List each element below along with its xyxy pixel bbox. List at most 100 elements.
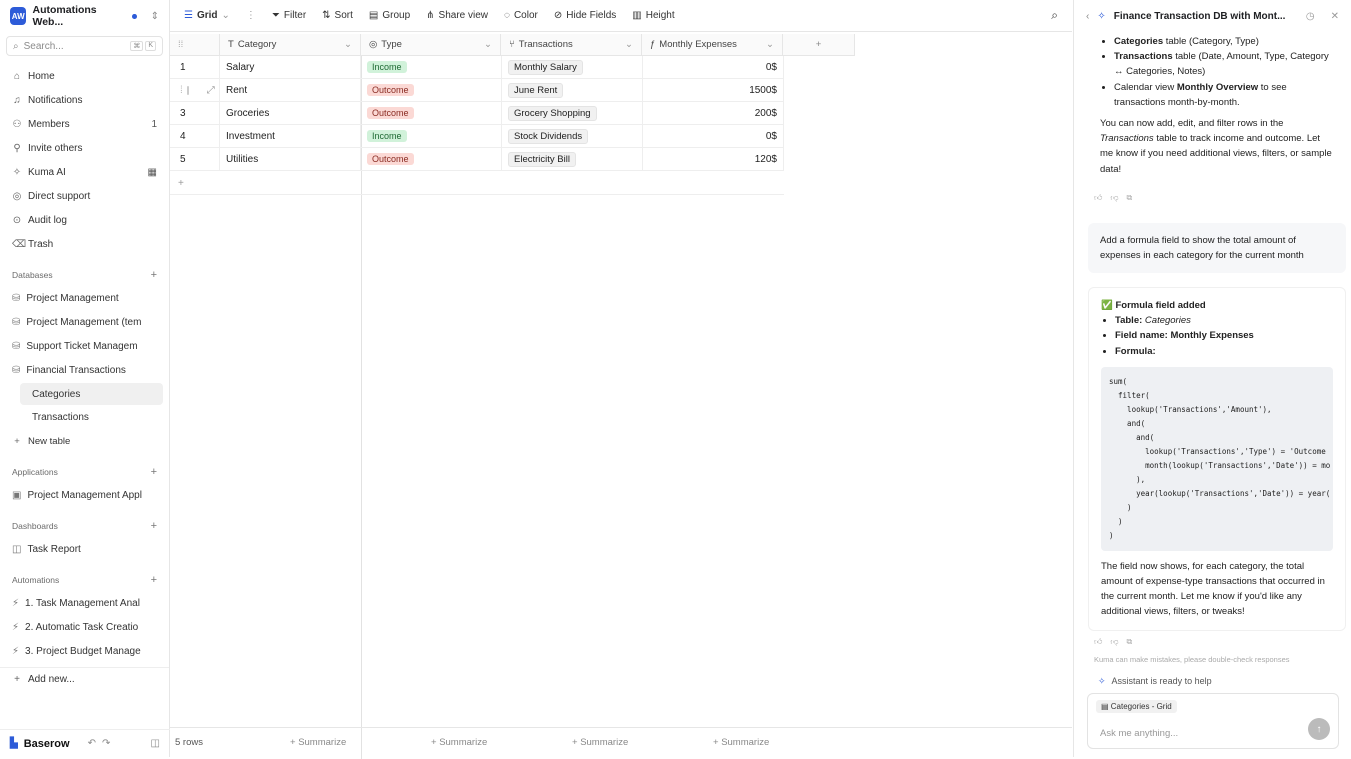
row-checkbox[interactable] [186,85,189,95]
undo-icon[interactable]: ↶ [88,738,96,749]
search-input[interactable]: ⌕ Search... ⌘ K [6,36,163,56]
linked-record[interactable]: Grocery Shopping [508,105,597,121]
cell-category[interactable]: Utilities [220,147,361,171]
column-header-monthly-expenses[interactable]: ƒ Monthly Expenses ⌄ [642,33,783,56]
sidebar-item-notifications[interactable]: ♫ Notifications [0,88,169,112]
linked-record[interactable]: June Rent [508,82,564,98]
cell-transactions[interactable]: Monthly Salary [502,55,643,79]
context-chip[interactable]: ▤ Categories - Grid [1096,700,1177,713]
cell-category[interactable]: Investment [220,124,361,148]
cell-monthly-expenses[interactable]: 200$ [643,101,784,125]
cell-type[interactable]: Outcome [361,78,502,102]
assistant-message: ✅ Formula field added Table: Categories … [1088,287,1346,631]
cell-monthly-expenses[interactable]: 120$ [643,147,784,171]
table-row[interactable]: 3 Groceries Outcome Grocery Shopping 200… [170,101,784,125]
workspace-switcher[interactable]: AW Automations Web... ⇕ [0,0,169,32]
automation-item[interactable]: ⚡︎ 1. Task Management Anal [0,591,169,615]
sort-button[interactable]: ⇅ Sort [322,10,353,21]
thumbs-up-icon[interactable]: 👍︎ [1094,637,1102,647]
cell-type[interactable]: Outcome [361,147,502,171]
database-item[interactable]: ⛁ Financial Transactions [0,358,169,382]
summarize-button[interactable]: + Summarize [290,737,431,748]
add-new-button[interactable]: + Add new... [0,667,169,691]
application-item[interactable]: ▣ Project Management Appl [0,483,169,507]
thumbs-down-icon[interactable]: 👎︎ [1110,193,1118,203]
add-application-icon[interactable]: + [151,466,157,478]
cell-transactions[interactable]: Grocery Shopping [502,101,643,125]
table-row[interactable]: 5 Utilities Outcome Electricity Bill 120… [170,147,784,171]
more-options-icon[interactable]: ⋮ [246,10,256,21]
sidebar-item-audit-log[interactable]: ⊙ Audit log [0,208,169,232]
copy-icon[interactable]: ⧉ [1127,637,1133,647]
color-button[interactable]: ◌ Color [504,10,538,21]
column-header-type[interactable]: ◎ Type ⌄ [361,33,501,56]
thumbs-up-icon[interactable]: 👍︎ [1094,193,1102,203]
database-item[interactable]: ⛁ Project Management [0,286,169,310]
cell-category[interactable]: Rent [220,78,361,102]
cell-type[interactable]: Income [361,124,502,148]
share-view-button[interactable]: ⋔ Share view [426,10,488,21]
view-selector[interactable]: ☰ Grid ⌄ [184,10,230,21]
linked-record[interactable]: Monthly Salary [508,59,583,75]
database-item[interactable]: ⛁ Project Management (tem [0,310,169,334]
filter-button[interactable]: ⏷ Filter [272,10,306,21]
column-header-category[interactable]: T Category ⌄ [220,33,361,56]
cell-transactions[interactable]: Stock Dividends [502,124,643,148]
cell-category[interactable]: Salary [220,55,361,79]
table-item[interactable]: Transactions [20,406,163,428]
dashboard-item[interactable]: ◫ Task Report [0,537,169,561]
sidebar-item-home[interactable]: ⌂ Home [0,64,169,88]
expand-row-icon[interactable]: ⤢ [207,85,215,96]
cell-transactions[interactable]: June Rent [502,78,643,102]
thumbs-down-icon[interactable]: 👎︎ [1110,637,1118,647]
add-database-icon[interactable]: + [151,269,157,281]
cell-type[interactable]: Income [361,55,502,79]
linked-record[interactable]: Stock Dividends [508,128,589,144]
sidebar-item-trash[interactable]: ⌫ Trash [0,232,169,256]
cell-transactions[interactable]: Electricity Bill [502,147,643,171]
sidebar-item-kuma-ai[interactable]: ✧ Kuma AI ▦ [0,160,169,184]
cell-monthly-expenses[interactable]: 0$ [643,124,784,148]
redo-icon[interactable]: ↷ [102,738,110,749]
sidebar-item-direct-support[interactable]: ◎ Direct support [0,184,169,208]
automation-item[interactable]: ⚡︎ 3. Project Budget Manage [0,639,169,661]
table-row[interactable]: 1 Salary Income Monthly Salary 0$ [170,55,784,79]
back-icon[interactable]: ‹ [1086,11,1089,22]
cell-type[interactable]: Outcome [361,101,502,125]
add-dashboard-icon[interactable]: + [151,520,157,532]
linked-record[interactable]: Electricity Bill [508,151,576,167]
table-item[interactable]: Categories [20,383,163,405]
summarize-button[interactable]: + Summarize [431,737,572,748]
new-table-button[interactable]: + New table [0,429,169,453]
hide-fields-button[interactable]: ⊘ Hide Fields [554,10,616,21]
row-height-button[interactable]: ▥ Height [632,10,674,21]
table-row[interactable]: ⁞ ⤢ Rent Outcome June Rent 1500$ [170,78,784,102]
collapse-sidebar-icon[interactable]: ◫ [151,738,160,749]
table-row[interactable]: 4 Investment Income Stock Dividends 0$ [170,124,784,148]
group-button[interactable]: ▤ Group [369,10,410,21]
list-item: Field name: Monthly Expenses [1115,328,1333,343]
summarize-button[interactable]: + Summarize [572,737,713,748]
add-automation-icon[interactable]: + [151,574,157,586]
search-grid-icon[interactable]: ⌕ [1051,8,1058,23]
cell-monthly-expenses[interactable]: 0$ [643,55,784,79]
close-icon[interactable]: ✕ [1331,11,1339,22]
sidebar-item-invite-others[interactable]: ⚲ Invite others [0,136,169,160]
drag-handle-icon[interactable]: ⁞ [180,85,183,96]
database-item[interactable]: ⛁ Support Ticket Managem [0,334,169,358]
home-icon: ⌂ [13,70,21,82]
chat-input[interactable]: ▤ Categories - Grid Ask me anything... ↑ [1087,693,1339,749]
assistant-message: Categories table (Category, Type)Transac… [1088,32,1346,187]
automation-item[interactable]: ⚡︎ 2. Automatic Task Creatio [0,615,169,639]
cell-monthly-expenses[interactable]: 1500$ [643,78,784,102]
panel-toggle-icon[interactable]: ▦ [148,167,157,178]
add-row-button[interactable]: + [170,172,784,195]
history-icon[interactable]: ◷ [1306,11,1315,22]
column-header-transactions[interactable]: ⑂ Transactions ⌄ [501,33,642,56]
cell-category[interactable]: Groceries [220,101,361,125]
summarize-button[interactable]: + Summarize [713,737,854,748]
add-column-button[interactable]: + [783,33,855,56]
send-button[interactable]: ↑ [1308,718,1330,740]
sidebar-item-members[interactable]: ⚇ Members 1 [0,112,169,136]
copy-icon[interactable]: ⧉ [1127,193,1133,203]
